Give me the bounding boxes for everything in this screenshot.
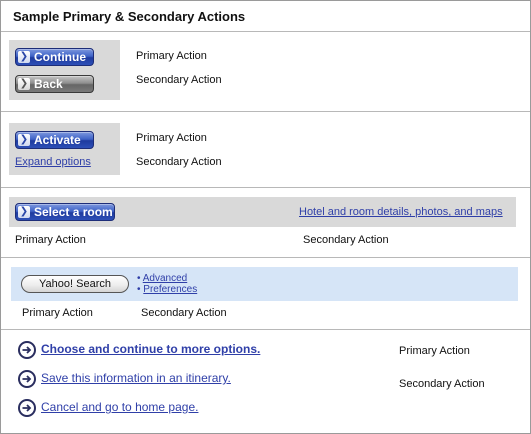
divider	[1, 31, 530, 32]
select-room-button[interactable]: ❯ Select a room	[15, 203, 115, 221]
primary-action-label: Primary Action	[399, 345, 470, 357]
primary-action-label: Primary Action	[22, 307, 93, 319]
divider	[1, 111, 530, 112]
search-bar: Yahoo! Search • Advanced • Preferences	[11, 267, 518, 301]
advanced-link[interactable]: • Advanced	[137, 273, 187, 284]
cancel-home-link[interactable]: Cancel and go to home page.	[41, 400, 198, 414]
back-button-label: Back	[34, 77, 63, 91]
divider	[1, 257, 530, 258]
continue-button-label: Continue	[34, 50, 86, 64]
select-room-button-label: Select a room	[34, 205, 113, 219]
preferences-link[interactable]: • Preferences	[137, 284, 197, 295]
chevron-right-icon: ❯	[18, 134, 30, 146]
chevron-right-icon: ❯	[18, 51, 30, 63]
sample-frame: Sample Primary & Secondary Actions ❯ Con…	[0, 0, 531, 434]
chevron-right-icon: ❯	[18, 206, 30, 218]
secondary-action-label: Secondary Action	[141, 307, 227, 319]
preferences-link-label: Preferences	[143, 284, 198, 295]
save-itinerary-link[interactable]: Save this information in an itinerary.	[41, 371, 231, 385]
divider	[1, 187, 530, 188]
primary-action-label: Primary Action	[136, 132, 207, 144]
secondary-action-label: Secondary Action	[303, 234, 389, 246]
arrow-right-icon[interactable]	[18, 370, 36, 388]
secondary-action-label: Secondary Action	[399, 378, 485, 390]
activate-button[interactable]: ❯ Activate	[15, 131, 94, 149]
secondary-action-label: Secondary Action	[136, 156, 222, 168]
primary-action-label: Primary Action	[15, 234, 86, 246]
back-button[interactable]: ❯ Back	[15, 75, 94, 93]
divider	[1, 329, 530, 330]
arrow-right-icon[interactable]	[18, 341, 36, 359]
continue-button[interactable]: ❯ Continue	[15, 48, 94, 66]
page-title: Sample Primary & Secondary Actions	[13, 9, 246, 24]
yahoo-search-button[interactable]: Yahoo! Search	[21, 275, 129, 293]
primary-action-label: Primary Action	[136, 50, 207, 62]
chevron-right-icon: ❯	[18, 78, 30, 90]
hotel-details-link[interactable]: Hotel and room details, photos, and maps	[299, 206, 503, 218]
choose-continue-link[interactable]: Choose and continue to more options.	[41, 342, 260, 356]
secondary-action-label: Secondary Action	[136, 74, 222, 86]
expand-options-link[interactable]: Expand options	[15, 156, 91, 168]
advanced-link-label: Advanced	[142, 273, 188, 284]
arrow-right-icon[interactable]	[18, 399, 36, 417]
activate-button-label: Activate	[34, 133, 81, 147]
